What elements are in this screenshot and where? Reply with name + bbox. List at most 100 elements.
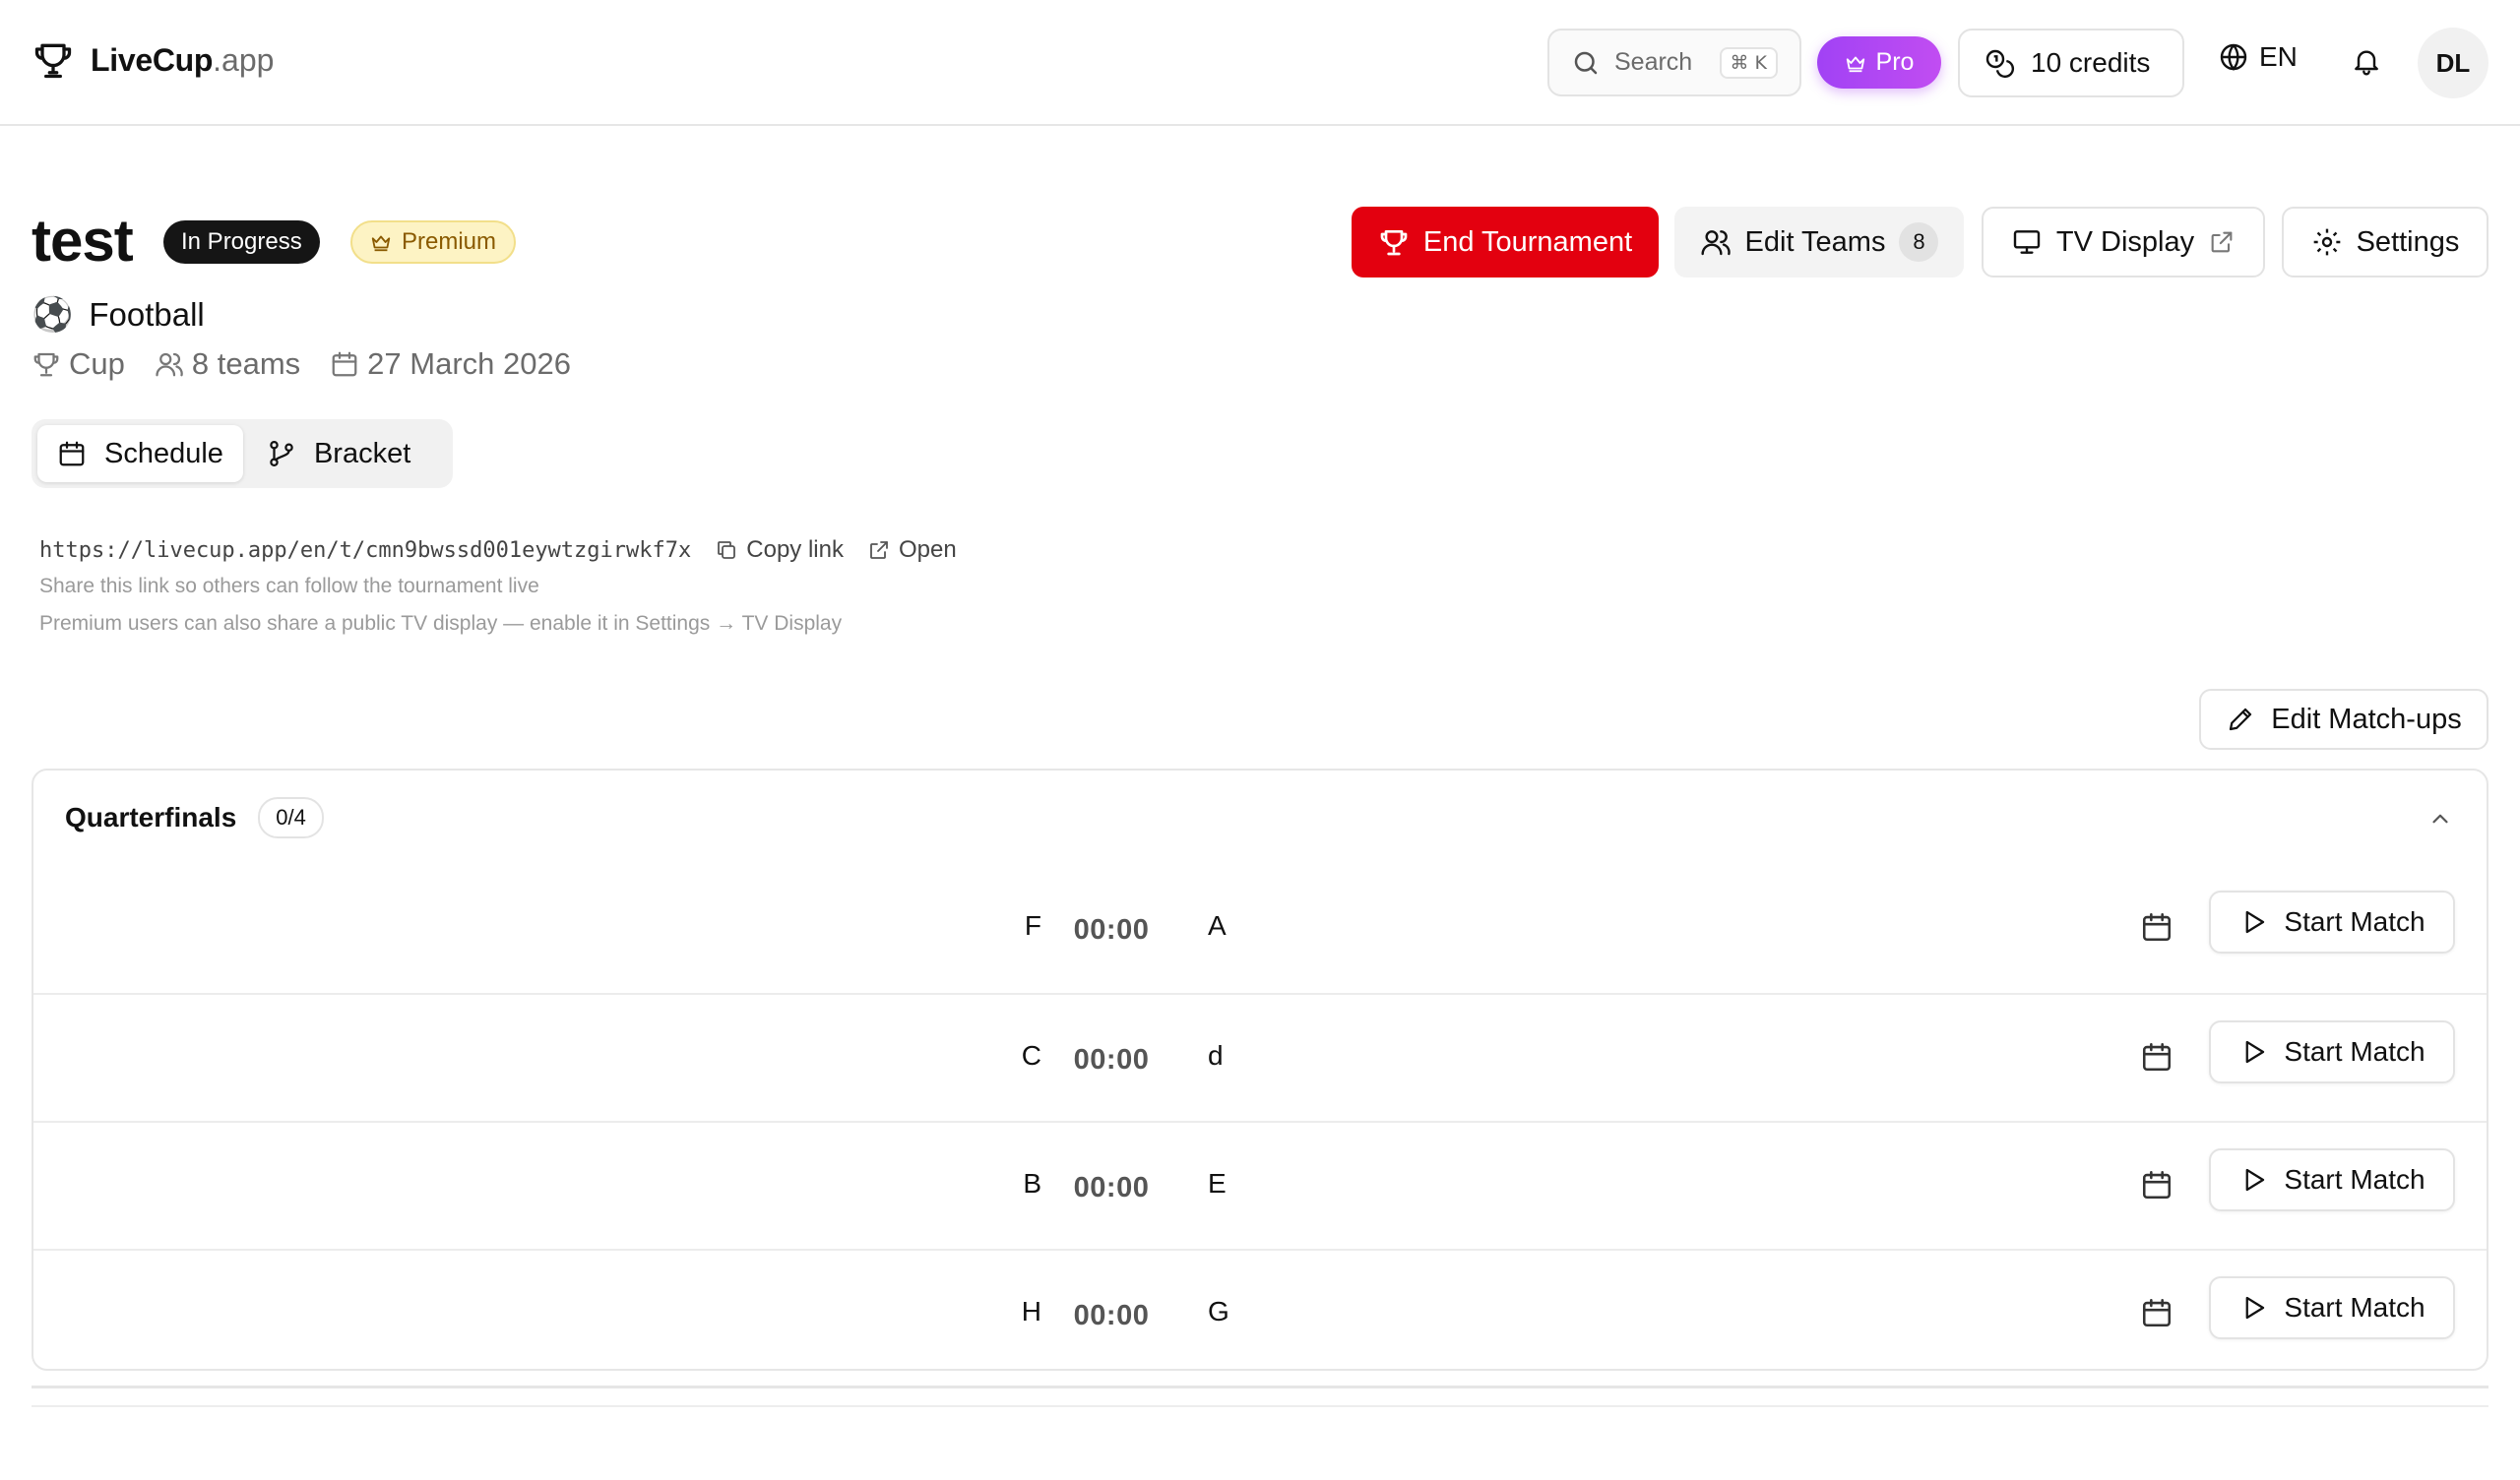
end-tournament-label: End Tournament	[1422, 225, 1633, 258]
format-label: Cup	[69, 346, 125, 381]
sport-label: Football	[89, 296, 205, 333]
copy-link-label: Copy link	[746, 536, 844, 563]
play-icon	[2238, 1037, 2268, 1067]
home-team: C	[1021, 1040, 1041, 1071]
chevron-up-icon[interactable]	[2427, 806, 2453, 832]
pencil-icon	[2226, 705, 2255, 734]
match-row: C 00:00 d Start Match	[33, 993, 2487, 1121]
language-label: EN	[2259, 41, 2298, 72]
section-divider	[32, 1405, 2488, 1407]
section-divider	[32, 1386, 2488, 1388]
gear-icon	[2311, 226, 2343, 258]
users-icon	[155, 349, 184, 379]
home-team: H	[1021, 1296, 1041, 1326]
start-match-label: Start Match	[2284, 1036, 2426, 1067]
match-time: 00:00	[1073, 1300, 1150, 1331]
away-team: A	[1208, 910, 1227, 941]
open-link-label: Open	[898, 536, 957, 563]
start-match-label: Start Match	[2284, 906, 2426, 937]
tab-bracket[interactable]: Bracket	[247, 425, 430, 482]
edit-teams-label: Edit Teams	[1744, 225, 1886, 258]
brand-logo[interactable]: LiveCup.app	[32, 37, 274, 83]
share-link-row: https://livecup.app/en/t/cmn9bwssd001eyw…	[39, 536, 957, 564]
calendar-icon[interactable]	[2140, 1296, 2174, 1329]
calendar-icon[interactable]	[2140, 1168, 2174, 1202]
copy-link-button[interactable]: Copy link	[715, 536, 844, 564]
credits-button[interactable]: 10 credits	[1958, 29, 2184, 97]
team-count-badge: 8	[1899, 222, 1939, 262]
football-icon: ⚽	[32, 296, 74, 334]
open-link-button[interactable]: Open	[867, 536, 957, 564]
avatar[interactable]: DL	[2418, 28, 2488, 98]
tab-schedule-label: Schedule	[104, 437, 223, 469]
settings-label: Settings	[2356, 225, 2460, 258]
tab-schedule[interactable]: Schedule	[37, 425, 243, 482]
round-progress-badge: 0/4	[258, 797, 324, 838]
teams-item: 8 teams	[155, 346, 300, 382]
brand-name: LiveCup	[91, 41, 214, 78]
bell-icon	[2351, 43, 2382, 79]
date-item: 27 March 2026	[330, 346, 571, 382]
away-team: G	[1208, 1296, 1229, 1326]
settings-button[interactable]: Settings	[2282, 207, 2488, 278]
start-match-label: Start Match	[2284, 1164, 2426, 1195]
tv-display-button[interactable]: TV Display	[1982, 207, 2265, 278]
away-team: d	[1208, 1040, 1224, 1071]
monitor-icon	[2011, 226, 2043, 258]
crown-icon	[370, 231, 392, 253]
coins-icon	[1984, 47, 2015, 79]
premium-label: Premium	[402, 228, 497, 255]
share-url[interactable]: https://livecup.app/en/t/cmn9bwssd001eyw…	[39, 538, 691, 563]
home-team: F	[1024, 910, 1041, 941]
globe-icon	[2218, 41, 2249, 73]
edit-matchups-button[interactable]: Edit Match-ups	[2199, 689, 2488, 750]
play-icon	[2238, 1293, 2268, 1323]
match-row: H 00:00 G Start Match	[33, 1249, 2487, 1369]
match-time: 00:00	[1073, 1172, 1150, 1203]
start-match-button[interactable]: Start Match	[2209, 1020, 2455, 1083]
users-icon	[1700, 226, 1732, 258]
pro-label: Pro	[1875, 48, 1915, 76]
match-time: 00:00	[1073, 914, 1150, 946]
search-label: Search	[1614, 48, 1693, 76]
notifications-button[interactable]	[2351, 43, 2382, 79]
away-team: E	[1208, 1168, 1227, 1199]
teams-label: 8 teams	[191, 346, 301, 381]
start-match-button[interactable]: Start Match	[2209, 1276, 2455, 1339]
status-badge: In Progress	[163, 220, 320, 264]
premium-badge: Premium	[350, 220, 517, 264]
language-switcher[interactable]: EN	[2218, 41, 2298, 73]
tab-bracket-label: Bracket	[313, 437, 411, 469]
search-button[interactable]: Search ⌘ K	[1547, 29, 1801, 96]
tournament-meta: Cup 8 teams 27 March 2026	[32, 346, 600, 382]
copy-icon	[715, 538, 738, 562]
top-bar: LiveCup.app Search ⌘ K Pro 10 credits EN…	[0, 0, 2520, 126]
tournament-title: test	[32, 208, 134, 274]
calendar-icon	[57, 439, 87, 468]
trophy-icon	[1378, 226, 1410, 258]
end-tournament-button[interactable]: End Tournament	[1352, 207, 1659, 278]
match-row: B 00:00 E Start Match	[33, 1121, 2487, 1249]
calendar-icon[interactable]	[2140, 910, 2174, 944]
match-row: F 00:00 A Start Match	[33, 865, 2487, 993]
trophy-icon	[32, 349, 61, 379]
start-match-button[interactable]: Start Match	[2209, 891, 2455, 954]
sport-row: ⚽ Football	[32, 295, 205, 335]
round-header[interactable]: Quarterfinals 0/4	[33, 771, 2487, 865]
start-match-button[interactable]: Start Match	[2209, 1148, 2455, 1211]
date-label: 27 March 2026	[367, 346, 571, 381]
calendar-icon	[330, 349, 359, 379]
edit-teams-button[interactable]: Edit Teams 8	[1674, 207, 1964, 278]
external-link-icon	[867, 538, 891, 562]
premium-hint: Premium users can also share a public TV…	[39, 612, 843, 635]
view-switcher: Schedule Bracket	[32, 419, 453, 488]
round-card: Quarterfinals 0/4 F 00:00 A Start Match …	[32, 769, 2488, 1371]
pro-button[interactable]: Pro	[1817, 36, 1941, 89]
crown-icon	[1845, 52, 1866, 74]
round-title: Quarterfinals	[65, 802, 237, 832]
search-icon	[1571, 48, 1601, 78]
calendar-icon[interactable]	[2140, 1040, 2174, 1074]
search-shortcut: ⌘ K	[1719, 46, 1778, 79]
edit-matchups-label: Edit Match-ups	[2271, 703, 2462, 735]
home-team: B	[1023, 1168, 1041, 1199]
